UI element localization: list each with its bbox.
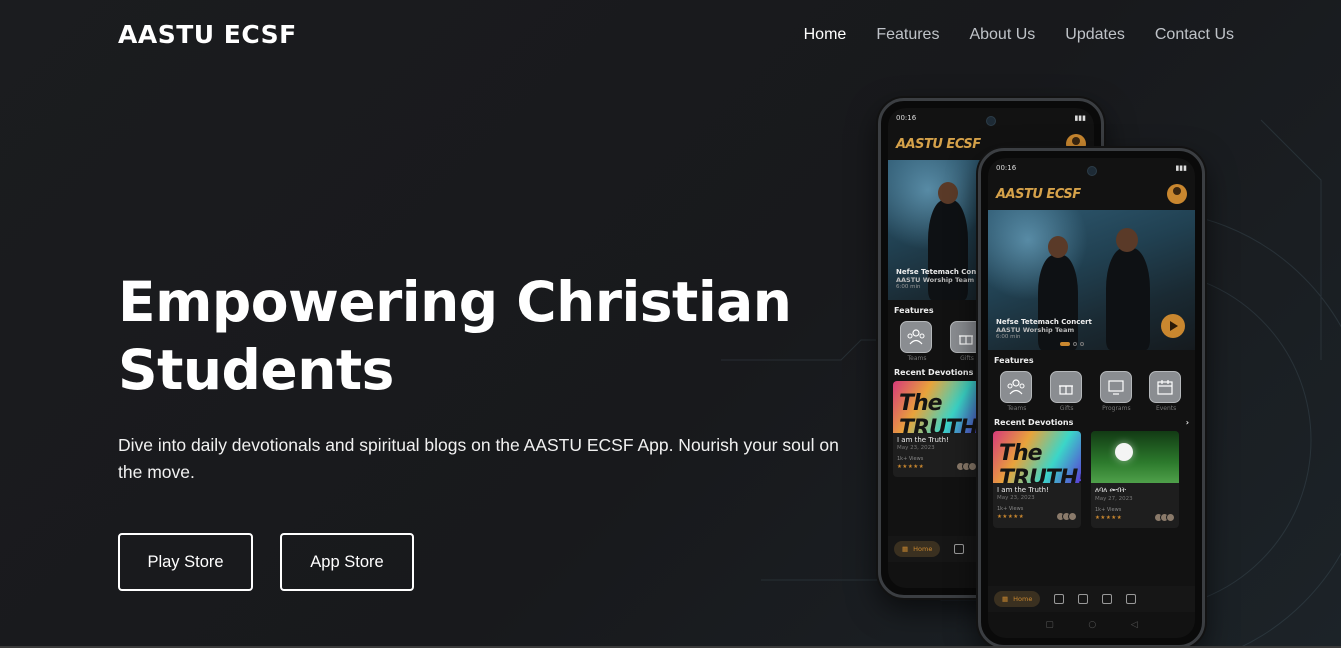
devotion-image: The TRUTH!	[893, 381, 981, 433]
play-store-button[interactable]: Play Store	[118, 533, 253, 591]
devotion-card[interactable]: The TRUTH! I am the Truth! May 23, 2023 …	[893, 381, 981, 477]
features-heading: Features	[994, 356, 1034, 365]
hero-title: Empowering Christian Students	[118, 270, 792, 402]
camera-icon	[1086, 166, 1097, 176]
gallery-tab-icon[interactable]	[1078, 594, 1089, 604]
features-row: Teams Gifts Programs Events	[988, 369, 1195, 412]
devotion-footer: ★★★★★	[1091, 513, 1179, 528]
programs-icon	[1099, 371, 1132, 403]
status-time: 00:16	[996, 164, 1017, 172]
performer-head	[1048, 236, 1068, 258]
back-nav-icon[interactable]: ◁	[1131, 620, 1138, 630]
battery-icon: ▮▮▮	[1175, 164, 1187, 172]
teams-icon	[900, 321, 932, 353]
status-time: 00:16	[896, 114, 917, 122]
brand-logo[interactable]: AASTU ECSF	[118, 20, 297, 49]
devotion-title: I am the Truth!	[997, 486, 1049, 494]
reader-avatars	[956, 462, 977, 471]
nav-link-home[interactable]: Home	[804, 26, 847, 44]
app-store-button[interactable]: App Store	[280, 533, 414, 591]
square-nav-icon[interactable]: ▢	[1045, 620, 1054, 630]
app-logo: AASTU ECSF	[996, 186, 1081, 202]
banner-subtitle: AASTU Worship Team	[996, 326, 1075, 334]
reader-avatars	[1056, 512, 1077, 521]
feature-programs[interactable]: Programs	[1099, 371, 1134, 412]
circle-nav-icon[interactable]: ○	[1088, 620, 1096, 630]
app-header: AASTU ECSF	[988, 178, 1195, 210]
devotions-list: The TRUTH! I am the Truth! May 23, 2023 …	[988, 431, 1195, 528]
feature-label: Gifts	[1059, 405, 1074, 412]
carousel-dots	[1060, 342, 1084, 346]
feature-label: Events	[1155, 405, 1177, 412]
devotion-title: ለባለ መብት	[1095, 486, 1127, 494]
camera-icon	[986, 116, 996, 126]
nav-links: Home Features About Us Updates Contact U…	[804, 26, 1234, 44]
chat-tab-icon[interactable]	[1102, 594, 1113, 604]
rating-stars: ★★★★★	[897, 463, 925, 470]
app-logo: AASTU ECSF	[896, 136, 981, 152]
blog-tab-icon[interactable]	[1054, 594, 1065, 604]
calendar-icon	[1149, 371, 1182, 403]
bottom-tabbar: ▦ Home	[988, 586, 1195, 612]
phone-screen: 00:16 ▮▮▮ AASTU ECSF Nefse Tetemach Conce…	[988, 158, 1195, 638]
phone-mockup-front: 00:16 ▮▮▮ AASTU ECSF Nefse Tetemach Conce…	[978, 148, 1205, 648]
grid-icon: ▦	[1002, 595, 1009, 603]
devotion-views: 1k+ Views	[1095, 507, 1122, 513]
nav-link-updates[interactable]: Updates	[1065, 26, 1125, 44]
top-navbar: AASTU ECSF Home Features About Us Update…	[0, 0, 1341, 72]
banner-caption: Nefse Tetemach Concert AASTU Worship Tea…	[996, 318, 1092, 340]
performer-head	[1116, 228, 1138, 252]
hero-description: Dive into daily devotionals and spiritua…	[118, 435, 839, 482]
feature-label: Teams	[907, 355, 927, 362]
banner-title: Nefse Tetemach Concert	[996, 318, 1092, 326]
performer-figure	[1106, 248, 1150, 350]
teams-icon	[1000, 371, 1032, 403]
play-icon[interactable]	[1161, 314, 1185, 338]
tab-home[interactable]: ▦ Home	[894, 541, 941, 557]
devotion-footer: ★★★★★	[993, 512, 1081, 527]
performer-head	[938, 182, 958, 204]
feature-events[interactable]: Events	[1149, 371, 1183, 412]
devotion-image	[1091, 431, 1179, 483]
feature-gifts[interactable]: Gifts	[1049, 371, 1084, 412]
nav-link-about-us[interactable]: About Us	[969, 26, 1035, 44]
system-nav-bar: ▢ ○ ◁	[988, 612, 1195, 638]
recent-devotions-heading: Recent Devotions ›	[994, 418, 1189, 427]
gifts-icon	[1049, 371, 1082, 403]
rating-stars: ★★★★★	[1095, 514, 1123, 521]
devotion-date: May 23, 2023	[997, 495, 1035, 501]
rating-stars: ★★★★★	[997, 513, 1025, 520]
devotion-card[interactable]: The TRUTH! I am the Truth! May 23, 2023 …	[993, 431, 1081, 528]
nav-link-features[interactable]: Features	[876, 26, 939, 44]
feature-label: Programs	[1102, 405, 1131, 412]
devotion-date: May 27, 2023	[1095, 496, 1133, 502]
feature-teams[interactable]: Teams	[900, 321, 934, 362]
tab-home[interactable]: ▦ Home	[994, 591, 1041, 607]
devotion-views: 1k+ Views	[897, 456, 924, 462]
banner-duration: 6:00 min	[996, 334, 1021, 340]
profile-tab-icon[interactable]	[1126, 594, 1137, 604]
devotion-image: The TRUTH!	[993, 431, 1081, 483]
devotion-date: May 23, 2023	[897, 445, 935, 451]
avatar-icon[interactable]	[1167, 184, 1187, 204]
grid-icon: ▦	[902, 545, 909, 553]
concert-banner[interactable]: Nefse Tetemach Concert AASTU Worship Tea…	[988, 210, 1195, 350]
devotion-footer: ★★★★★	[893, 462, 981, 477]
blog-tab-icon[interactable]	[954, 544, 965, 554]
feature-teams[interactable]: Teams	[1000, 371, 1034, 412]
devotion-title: I am the Truth!	[897, 436, 949, 444]
devotion-card[interactable]: ለባለ መብት May 27, 2023 1k+ Views ★★★★★	[1091, 431, 1179, 528]
feature-label: Teams	[1007, 405, 1027, 412]
devotion-views: 1k+ Views	[997, 506, 1024, 512]
reader-avatars	[1154, 513, 1175, 522]
battery-icon: ▮▮▮	[1074, 114, 1086, 122]
chevron-right-icon[interactable]: ›	[1186, 418, 1189, 427]
nav-link-contact-us[interactable]: Contact Us	[1155, 26, 1234, 44]
